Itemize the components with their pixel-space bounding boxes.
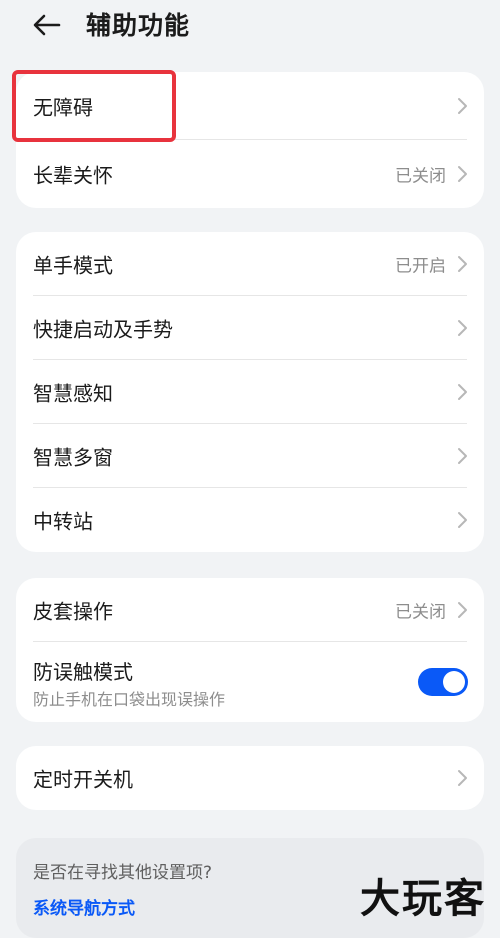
back-button[interactable] (30, 8, 64, 42)
settings-group-3: 皮套操作 已关闭 防误触模式 防止手机在口袋出现误操作 (16, 578, 484, 722)
chevron-right-icon (458, 602, 467, 618)
chevron-right-icon (458, 448, 467, 464)
settings-item-subtitle: 防止手机在口袋出现误操作 (33, 690, 226, 709)
settings-item-smart-perception[interactable]: 智慧感知 (16, 360, 484, 424)
settings-item-label: 中转站 (33, 509, 93, 534)
settings-item-scheduled-power[interactable]: 定时开关机 (16, 746, 484, 810)
settings-item-label: 快捷启动及手势 (33, 317, 173, 342)
settings-item-transfer-station[interactable]: 中转站 (16, 488, 484, 552)
settings-item-cover-operation[interactable]: 皮套操作 已关闭 (16, 578, 484, 642)
chevron-right-icon (458, 320, 467, 336)
chevron-right-icon (458, 384, 467, 400)
settings-item-shortcuts-gestures[interactable]: 快捷启动及手势 (16, 296, 484, 360)
chevron-right-icon (458, 770, 467, 786)
settings-group-2: 单手模式 已开启 快捷启动及手势 智慧感知 智慧多窗 中转站 (16, 232, 484, 552)
settings-item-label: 智慧多窗 (33, 445, 113, 470)
settings-item-status: 已关闭 (395, 166, 446, 187)
settings-item-elder-care[interactable]: 长辈关怀 已关闭 (16, 140, 484, 208)
arrow-left-icon (33, 14, 61, 36)
watermark-logo: 大玩客 (360, 875, 486, 922)
header: 辅助功能 (0, 0, 500, 52)
search-suggestion-question: 是否在寻找其他设置项? (33, 863, 213, 883)
chevron-right-icon (458, 256, 467, 272)
settings-item-label: 皮套操作 (33, 599, 113, 624)
chevron-right-icon (458, 512, 467, 528)
settings-item-label: 单手模式 (33, 253, 113, 278)
settings-item-status: 已关闭 (395, 602, 446, 623)
system-navigation-link[interactable]: 系统导航方式 (33, 894, 135, 919)
mistouch-toggle[interactable] (418, 668, 468, 696)
settings-item-label: 定时开关机 (33, 767, 133, 792)
settings-item-mistouch-mode: 防误触模式 防止手机在口袋出现误操作 (16, 642, 484, 722)
settings-group-4: 定时开关机 (16, 746, 484, 810)
highlight-box (12, 70, 176, 142)
page-title: 辅助功能 (86, 11, 191, 40)
toggle-knob (443, 671, 465, 693)
settings-item-status: 已开启 (395, 256, 446, 277)
settings-item-label: 智慧感知 (33, 381, 113, 406)
settings-item-label: 防误触模式 (33, 660, 133, 684)
settings-item-one-hand-mode[interactable]: 单手模式 已开启 (16, 232, 484, 296)
settings-item-label: 长辈关怀 (33, 163, 113, 188)
settings-item-smart-multiwindow[interactable]: 智慧多窗 (16, 424, 484, 488)
chevron-right-icon (458, 98, 467, 114)
chevron-right-icon (458, 166, 467, 182)
